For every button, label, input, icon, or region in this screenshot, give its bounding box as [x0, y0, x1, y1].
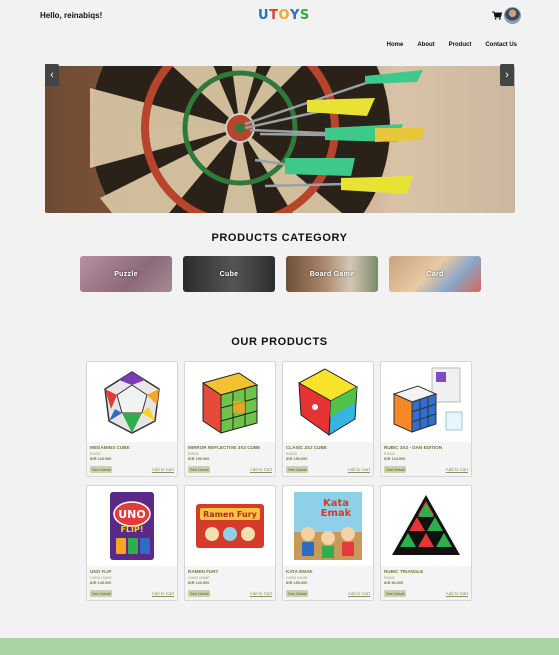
product-card: RUBIC TRIANGLE RUBIC IDR 80.000 See Deta… [380, 485, 472, 601]
product-image: Ramen Fury [185, 486, 275, 566]
product-card: CLASIC 2X2 CUBE RUBIC IDR 150.000 See De… [282, 361, 374, 477]
product-name: CLASIC 2X2 CUBE [286, 445, 327, 450]
category-card[interactable]: Card [389, 256, 481, 292]
greeting-text: Hello, reinabiqs! [40, 11, 103, 20]
add-to-cart-link[interactable]: Add to Cart [250, 591, 272, 596]
product-actions: See Detail Add to Cart [384, 590, 468, 597]
footer-bar [0, 638, 559, 655]
product-category: CARD GAME [286, 576, 308, 580]
add-to-cart-link[interactable]: Add to Cart [348, 467, 370, 472]
see-detail-button[interactable]: See Detail [384, 466, 407, 473]
product-card: Ramen Fury RAMEN FURY CARD GAME IDR 120.… [184, 485, 276, 601]
product-card: Kata Emak KATA EMAK CARD GAME IDR 155.00… [282, 485, 374, 601]
see-detail-button[interactable]: See Detail [286, 590, 309, 597]
see-detail-button[interactable]: See Detail [90, 466, 113, 473]
category-cube[interactable]: Cube [183, 256, 275, 292]
svg-text:UNO: UNO [118, 508, 146, 521]
product-image: Kata Emak [283, 486, 373, 566]
hero-carousel[interactable] [45, 66, 515, 213]
product-actions: See Detail Add to Cart [188, 466, 272, 473]
add-to-cart-link[interactable]: Add to Cart [348, 591, 370, 596]
product-image [283, 362, 373, 442]
add-to-cart-link[interactable]: Add to Cart [152, 467, 174, 472]
svg-text:FLIP!: FLIP! [120, 525, 143, 534]
svg-text:Ramen Fury: Ramen Fury [203, 510, 258, 519]
product-price: IDR 150.000 [286, 457, 308, 461]
avatar[interactable] [504, 7, 521, 24]
product-actions: See Detail Add to Cart [286, 466, 370, 473]
product-price: IDR 190.000 [188, 457, 210, 461]
category-puzzle[interactable]: Puzzle [80, 256, 172, 292]
product-price: IDR 80.000 [384, 581, 404, 585]
product-price: IDR 120.000 [188, 581, 210, 585]
dartboard-image [90, 66, 425, 213]
product-category: RUBIC [384, 576, 396, 580]
main-nav: Home About Product Contact Us [387, 42, 517, 48]
product-card: MIRROR REFLECTIVE 3X3 CUBE RUBIC IDR 190… [184, 361, 276, 477]
product-name: KATA EMAK [286, 569, 313, 574]
carousel-next-button[interactable]: › [500, 64, 514, 86]
add-to-cart-link[interactable]: Add to Cart [446, 467, 468, 472]
page: Hello, reinabiqs! UTOYS Home About Produ… [0, 0, 559, 655]
product-card: MEGAMINX CUBE RUBIC IDR 120.000 See Deta… [86, 361, 178, 477]
utoys-logo[interactable]: UTOYS [258, 8, 310, 23]
product-actions: See Detail Add to Cart [90, 590, 174, 597]
see-detail-button[interactable]: See Detail [384, 590, 407, 597]
product-price: IDR 120.000 [90, 457, 112, 461]
see-detail-button[interactable]: See Detail [188, 590, 211, 597]
product-actions: See Detail Add to Cart [384, 466, 468, 473]
product-name: RUBIC 3X3 - GAN EDITION [384, 445, 443, 450]
nav-product[interactable]: Product [449, 42, 472, 48]
see-detail-button[interactable]: See Detail [90, 590, 113, 597]
product-card: RUBIC 3X3 - GAN EDITION RUBIC IDR 124.00… [380, 361, 472, 477]
product-name: MIRROR REFLECTIVE 3X3 CUBE [188, 445, 261, 450]
products-section-title: OUR PRODUCTS [231, 336, 328, 348]
nav-about[interactable]: About [417, 42, 434, 48]
svg-text:Emak: Emak [321, 508, 352, 519]
product-category: RUBIC [286, 452, 298, 456]
logo-letter: S [299, 8, 310, 23]
product-image [381, 362, 471, 442]
logo-letter: T [269, 8, 279, 23]
logo-letter: U [258, 8, 270, 23]
product-actions: See Detail Add to Cart [286, 590, 370, 597]
product-category: RUBIC [188, 452, 200, 456]
product-name: MEGAMINX CUBE [90, 445, 130, 450]
category-board-game[interactable]: Board Game [286, 256, 378, 292]
product-name: RAMEN FURY [188, 569, 219, 574]
add-to-cart-link[interactable]: Add to Cart [446, 591, 468, 596]
product-card: UNO FLIP! UNO FLIP CARD GAME IDR 145.000… [86, 485, 178, 601]
category-section-title: PRODUCTS CATEGORY [211, 232, 348, 244]
category-list: Puzzle Cube Board Game Card [80, 256, 481, 292]
product-image [381, 486, 471, 566]
cart-icon[interactable] [492, 11, 502, 20]
product-category: CARD GAME [90, 576, 112, 580]
see-detail-button[interactable]: See Detail [188, 466, 211, 473]
product-actions: See Detail Add to Cart [90, 466, 174, 473]
add-to-cart-link[interactable]: Add to Cart [250, 467, 272, 472]
product-category: RUBIC [90, 452, 102, 456]
carousel-prev-button[interactable]: ‹ [45, 64, 59, 86]
product-name: UNO FLIP [90, 569, 112, 574]
nav-home[interactable]: Home [387, 42, 404, 48]
product-category: CARD GAME [188, 576, 210, 580]
product-image [87, 362, 177, 442]
nav-contact[interactable]: Contact Us [485, 42, 517, 48]
product-name: RUBIC TRIANGLE [384, 569, 424, 574]
product-actions: See Detail Add to Cart [188, 590, 272, 597]
product-image: UNO FLIP! [87, 486, 177, 566]
product-price: IDR 145.000 [90, 581, 112, 585]
logo-letter: Y [290, 8, 300, 23]
product-price: IDR 155.000 [286, 581, 308, 585]
see-detail-button[interactable]: See Detail [286, 466, 309, 473]
logo-letter: O [278, 8, 290, 23]
product-price: IDR 124.000 [384, 457, 406, 461]
product-image [185, 362, 275, 442]
product-grid: MEGAMINX CUBE RUBIC IDR 120.000 See Deta… [86, 361, 472, 601]
product-category: RUBIC [384, 452, 396, 456]
add-to-cart-link[interactable]: Add to Cart [152, 591, 174, 596]
